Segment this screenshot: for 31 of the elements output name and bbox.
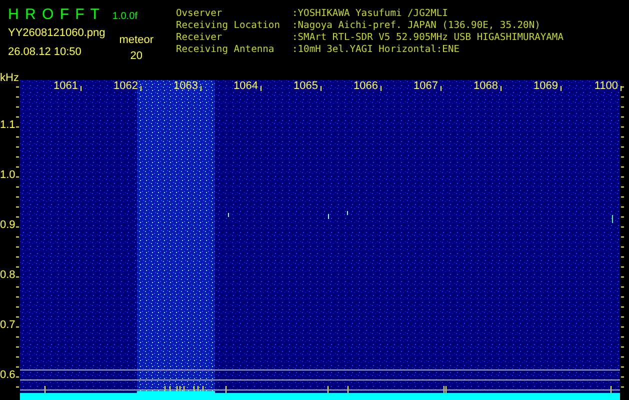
y-axis-label: 0.7 bbox=[0, 319, 16, 331]
x-axis-label: 1064 bbox=[234, 80, 258, 92]
x-axis-label: 1062 bbox=[114, 80, 138, 92]
x-axis-label: 1068 bbox=[474, 80, 498, 92]
info-value: :10mH 3el.YAGI Horizontal:ENE bbox=[292, 44, 461, 56]
x-axis-label: 1063 bbox=[174, 80, 198, 92]
detection-count: 20 bbox=[130, 50, 143, 62]
x-axis-label: 1061 bbox=[54, 80, 78, 92]
x-axis-label: 1100 bbox=[594, 80, 618, 92]
x-axis-label: 1065 bbox=[294, 80, 318, 92]
x-axis-label: 1067 bbox=[414, 80, 438, 92]
info-label: Receiver bbox=[176, 32, 224, 44]
image-filename: YY2608121060.png bbox=[8, 27, 106, 39]
y-axis-label: 0.8 bbox=[0, 269, 16, 281]
info-value: :Nagoya Aichi-pref. JAPAN (136.90E, 35.20N) bbox=[292, 20, 542, 32]
x-axis-label: 1066 bbox=[354, 80, 378, 92]
version-label: 1.0.0f bbox=[112, 11, 138, 22]
info-value: :YOSHIKAWA Yasufumi /JG2MLI bbox=[292, 8, 449, 20]
app-title: H R O F F T bbox=[8, 6, 100, 23]
timestamp: 26.08.12 10:50 bbox=[8, 46, 82, 58]
info-label: Receiving Antenna bbox=[176, 44, 276, 56]
y-axis-label: 1.0 bbox=[0, 169, 16, 181]
y-axis-label: 1.1 bbox=[0, 119, 16, 131]
x-axis-label: 1069 bbox=[534, 80, 558, 92]
info-label: Receiving Location bbox=[176, 20, 281, 32]
detection-label: meteor bbox=[119, 34, 154, 46]
axis-unit: kHz bbox=[0, 72, 19, 84]
info-label: Ovserver bbox=[176, 8, 224, 20]
y-axis-label: 0.6 bbox=[0, 369, 16, 381]
info-value: :SMArt RTL-SDR V5 52.905MHz USB HIGASHIMURAYAMA bbox=[292, 32, 564, 44]
y-axis-label: 0.9 bbox=[0, 219, 16, 231]
